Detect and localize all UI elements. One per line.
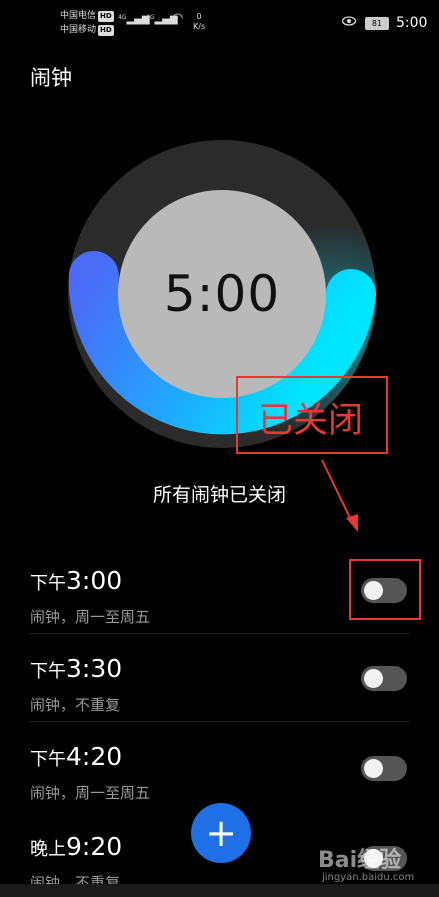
- alarms-status-text: 所有闹钟已关闭: [152, 484, 286, 506]
- dial-time: 5:00: [163, 265, 281, 323]
- toggle-knob: [364, 669, 383, 688]
- add-alarm-button[interactable]: +: [191, 803, 251, 863]
- alarm-time: 下午3:00: [30, 566, 123, 595]
- signal-icon-1: 4G▂▄▆: [118, 14, 150, 25]
- carrier-2: 中国移动 HD: [60, 25, 114, 36]
- alarm-toggle[interactable]: [361, 666, 407, 691]
- divider: [30, 721, 409, 722]
- alarm-toggle[interactable]: [361, 578, 407, 603]
- toggle-knob: [364, 759, 383, 778]
- battery-icon: 81: [365, 17, 389, 30]
- alarm-item[interactable]: 下午3:30 闹钟，不重复: [0, 654, 439, 742]
- alarm-time: 晚上9:20: [30, 832, 123, 861]
- divider: [30, 633, 409, 634]
- alarm-item[interactable]: 下午3:00 闹钟，周一至周五: [0, 566, 439, 654]
- status-time: 5:00: [396, 15, 428, 31]
- alarm-description: 闹钟，周一至周五: [30, 608, 151, 626]
- carrier-1: 中国电信 HD: [60, 11, 114, 22]
- alarm-toggle[interactable]: [361, 756, 407, 781]
- network-speed: 0 K/s: [193, 12, 206, 31]
- alarm-time: 下午4:20: [30, 742, 123, 771]
- alarm-description: 闹钟，周一至周五: [30, 784, 151, 802]
- watermark-url: jingyan.baidu.com: [322, 872, 415, 883]
- navigation-bar: [0, 884, 439, 897]
- alarm-description: 闹钟，不重复: [30, 696, 121, 714]
- alarm-time: 下午3:30: [30, 654, 123, 683]
- annotation-label: 已关闭: [258, 401, 364, 441]
- page-title: 闹钟: [30, 66, 72, 90]
- wifi-icon: ◠: [172, 11, 184, 26]
- plus-icon: +: [205, 811, 237, 855]
- alarm-description: 闹钟，不重复: [30, 874, 121, 884]
- status-bar: 中国电信 HD 中国移动 HD 4G▂▄▆ 4G▂▄▆ ◠ 0 K/s 81 5:00: [0, 0, 439, 48]
- watermark-logo: Bai经验: [318, 848, 402, 873]
- toggle-knob: [364, 581, 383, 600]
- eye-comfort-icon: [342, 16, 356, 26]
